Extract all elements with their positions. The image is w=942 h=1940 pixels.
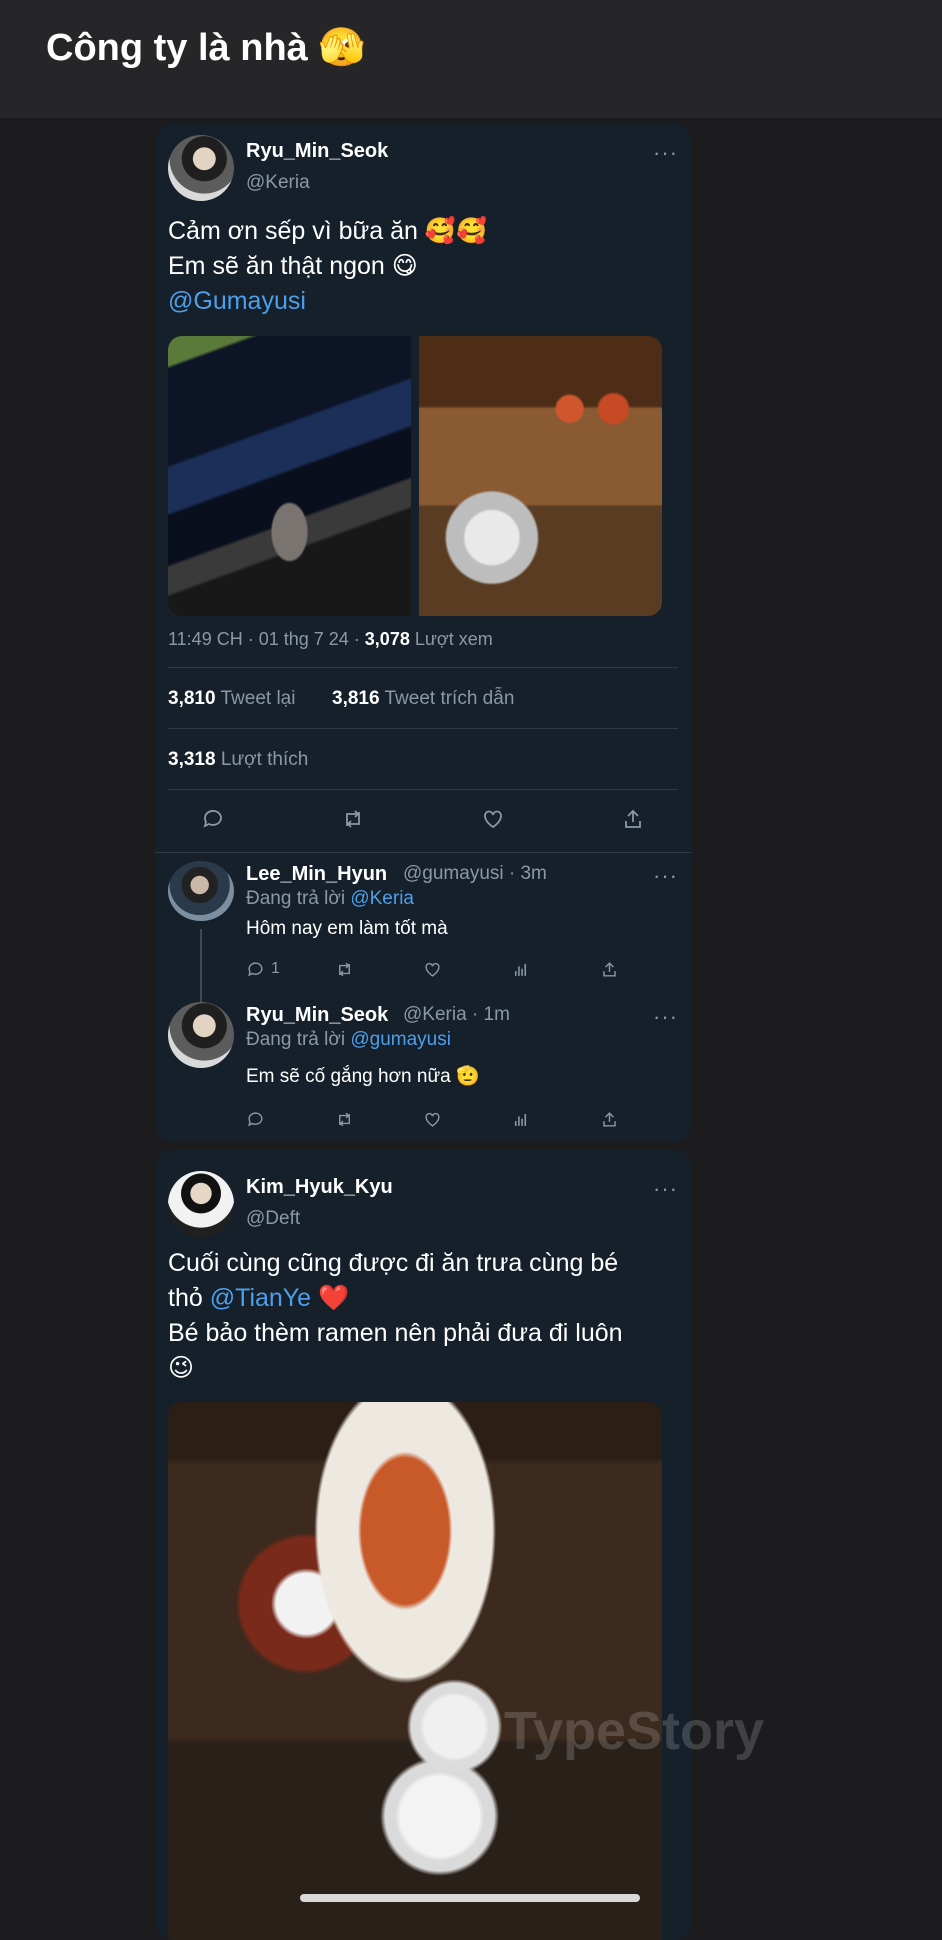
- tweet-photo-car[interactable]: [168, 336, 411, 616]
- tweet-text-line-1: Cảm ơn sếp vì bữa ăn 🥰🥰: [168, 217, 488, 245]
- tweet-text-line-3: Bé bảo thèm ramen nên phải đưa đi luôn: [168, 1319, 623, 1347]
- share-icon[interactable]: [600, 1107, 619, 1131]
- reply-count: 1: [271, 960, 280, 977]
- heart-icon[interactable]: [423, 957, 442, 981]
- retweet-icon[interactable]: [335, 801, 371, 837]
- retweet-stat[interactable]: 3,810 Tweet lại: [168, 688, 295, 710]
- share-icon[interactable]: [600, 957, 619, 981]
- more-options-icon[interactable]: ···: [653, 863, 678, 889]
- replying-to-link[interactable]: @gumayusi: [350, 1029, 451, 1050]
- divider: [168, 789, 678, 790]
- likes-stat[interactable]: 3,318 Lượt thích: [168, 749, 308, 771]
- retweet-icon[interactable]: [335, 957, 354, 981]
- avatar[interactable]: [168, 861, 234, 921]
- tweet-meta: 11:49 CH · 01 thg 7 24 · 3,078 Lượt xem: [168, 629, 493, 650]
- tweet-card-keria[interactable]: Ryu_Min_Seok @Keria ··· Cảm ơn sếp vì bữ…: [155, 124, 692, 1142]
- share-icon[interactable]: [615, 801, 651, 837]
- author-handle[interactable]: @Keria: [246, 172, 310, 194]
- mention-link[interactable]: @TianYe: [210, 1284, 311, 1312]
- reply-author-name[interactable]: Lee_Min_Hyun: [246, 863, 387, 886]
- tweet-photo-ramen[interactable]: [168, 1402, 662, 1940]
- replying-to: Đang trả lời @Keria: [246, 888, 414, 910]
- likes-count: 3,318: [168, 749, 216, 770]
- stats-icon[interactable]: [511, 1107, 530, 1131]
- reply-handle-time[interactable]: @gumayusi · 3m: [403, 863, 547, 885]
- reply-author-name[interactable]: Ryu_Min_Seok: [246, 1004, 388, 1027]
- retweet-label: Tweet lại: [220, 688, 296, 709]
- more-options-icon[interactable]: ···: [653, 140, 678, 166]
- heart-icon[interactable]: [475, 801, 511, 837]
- replying-prefix: Đang trả lời: [246, 888, 346, 909]
- tweet-actions: [155, 801, 692, 841]
- retweet-icon[interactable]: [335, 1107, 354, 1131]
- quote-label: Tweet trích dẫn: [384, 688, 515, 709]
- text-prefix: thỏ: [168, 1284, 203, 1312]
- tweet-text-line-2: Em sẽ ăn thật ngon 😋: [168, 252, 418, 280]
- top-bar: Công ty là nhà 🫣: [0, 0, 942, 118]
- reply-handle-time[interactable]: @Keria · 1m: [403, 1004, 510, 1026]
- reply-icon: [248, 961, 263, 976]
- reply-text: Hôm nay em làm tốt mà: [246, 918, 448, 939]
- avatar[interactable]: [168, 1002, 234, 1068]
- replying-to-link[interactable]: @Keria: [350, 888, 414, 909]
- divider: [155, 852, 692, 853]
- replying-to: Đang trả lời @gumayusi: [246, 1029, 451, 1051]
- tweet-photo-food[interactable]: [419, 336, 662, 616]
- home-indicator[interactable]: [300, 1894, 640, 1902]
- author-name[interactable]: Ryu_Min_Seok: [246, 140, 388, 163]
- likes-label: Lượt thích: [220, 749, 309, 770]
- author-name[interactable]: Kim_Hyuk_Kyu: [246, 1176, 393, 1199]
- stats-icon[interactable]: [511, 957, 530, 981]
- reply-text: Em sẽ cố gắng hơn nữa 🫡: [246, 1066, 480, 1087]
- avatar[interactable]: [168, 1171, 234, 1237]
- watermark: TypeStory: [504, 1701, 765, 1761]
- tweet-text-line-1: Cuối cùng cũng được đi ăn trưa cùng bé: [168, 1249, 619, 1277]
- views-count: 3,078: [364, 629, 410, 649]
- heart-icon[interactable]: [423, 1107, 442, 1131]
- author-handle[interactable]: @Deft: [246, 1208, 300, 1230]
- page-title: Công ty là nhà 🫣: [46, 27, 366, 69]
- quote-count: 3,816: [332, 688, 380, 709]
- replying-prefix: Đang trả lời: [246, 1029, 346, 1050]
- divider: [168, 728, 678, 729]
- reply-icon[interactable]: [195, 801, 231, 837]
- more-options-icon[interactable]: ···: [653, 1004, 678, 1030]
- tweet-timestamp: 11:49 CH · 01 thg 7 24 ·: [168, 629, 360, 649]
- more-options-icon[interactable]: ···: [653, 1176, 678, 1202]
- tweet-card-deft[interactable]: Kim_Hyuk_Kyu @Deft ··· Cuối cùng cũng đư…: [155, 1150, 692, 1940]
- tweet-text-line-4: 😉: [168, 1354, 195, 1382]
- thread-line: [200, 929, 202, 1009]
- quote-stat[interactable]: 3,816 Tweet trích dẫn: [332, 688, 514, 710]
- views-label: Lượt xem: [414, 629, 493, 649]
- heart-emoji: ❤️: [318, 1284, 350, 1312]
- reply-icon[interactable]: [246, 1107, 265, 1131]
- avatar[interactable]: [168, 135, 234, 201]
- divider: [168, 667, 678, 668]
- tweet-text-line-2: thỏ @TianYe ❤️: [168, 1281, 349, 1316]
- reply-button[interactable]: 1: [246, 957, 280, 981]
- mention-link[interactable]: @Gumayusi: [168, 284, 306, 319]
- retweet-count: 3,810: [168, 688, 216, 709]
